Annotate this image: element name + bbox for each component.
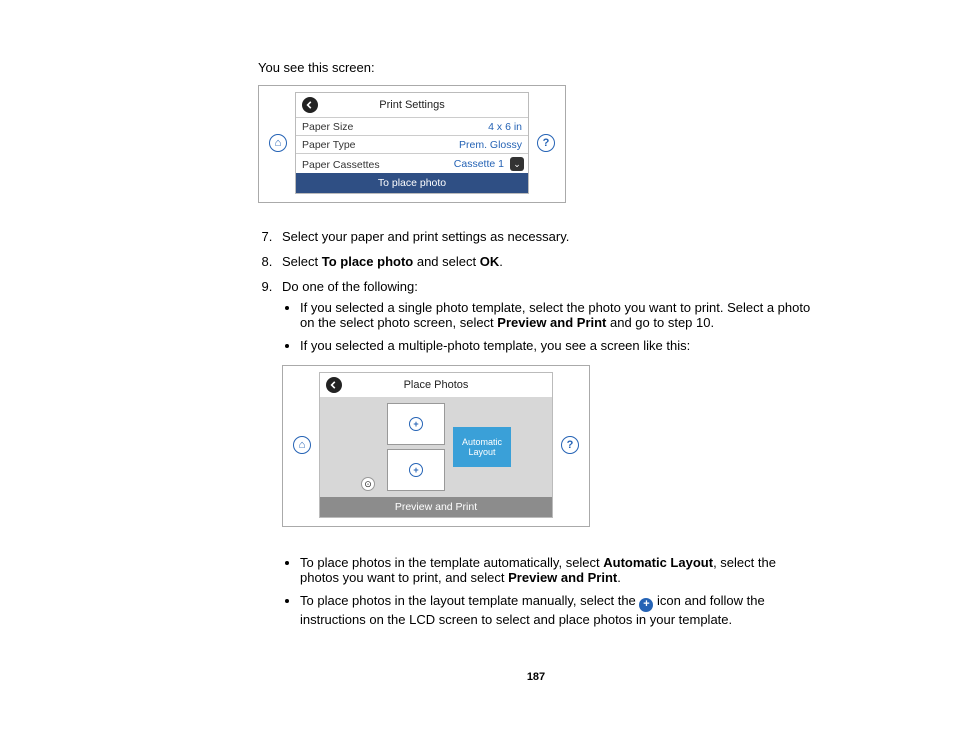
back-icon xyxy=(326,377,342,393)
step-7: Select your paper and print settings as … xyxy=(276,227,814,252)
plus-icon: + xyxy=(409,417,423,431)
help-icon: ? xyxy=(537,134,555,152)
paper-size-value: 4 x 6 in xyxy=(488,121,522,133)
post-bullet-1: To place photos in the template automati… xyxy=(300,551,814,589)
to-place-photo-bar: To place photo xyxy=(296,173,528,193)
home-icon: ⌂ xyxy=(293,436,311,454)
screen-title: Place Photos xyxy=(348,379,524,391)
figure-print-settings: ⌂ Print Settings Paper Size 4 x 6 in Pap… xyxy=(258,85,566,203)
paper-type-value: Prem. Glossy xyxy=(459,139,522,151)
photo-slot: + xyxy=(387,403,445,445)
plus-icon: + xyxy=(639,598,653,612)
intro-text: You see this screen: xyxy=(258,60,814,75)
paper-cassettes-value: Cassette 1 xyxy=(454,158,504,170)
back-icon xyxy=(302,97,318,113)
paper-cassettes-label: Paper Cassettes xyxy=(302,159,380,171)
step-8: Select To place photo and select OK. xyxy=(276,252,814,277)
help-icon: ? xyxy=(561,436,579,454)
page-number: 187 xyxy=(258,671,814,683)
zoom-icon: ⊙ xyxy=(361,477,375,491)
automatic-layout-button: Automatic Layout xyxy=(453,427,511,467)
paper-type-label: Paper Type xyxy=(302,139,356,151)
post-bullet-2: To place photos in the layout template m… xyxy=(300,589,814,631)
screen-title: Print Settings xyxy=(324,99,500,111)
step-9-bullet-1: If you selected a single photo template,… xyxy=(300,296,814,334)
home-icon: ⌂ xyxy=(269,134,287,152)
step-9: Do one of the following: If you selected… xyxy=(276,277,814,641)
plus-icon: + xyxy=(409,463,423,477)
photo-slot: + xyxy=(387,449,445,491)
preview-and-print-bar: Preview and Print xyxy=(320,497,552,517)
chevron-down-icon: ⌄ xyxy=(510,157,524,171)
figure-place-photos: ⌂ Place Photos ⊙ xyxy=(282,365,590,527)
paper-size-label: Paper Size xyxy=(302,121,353,133)
step-9-bullet-2: If you selected a multiple-photo templat… xyxy=(300,334,814,357)
